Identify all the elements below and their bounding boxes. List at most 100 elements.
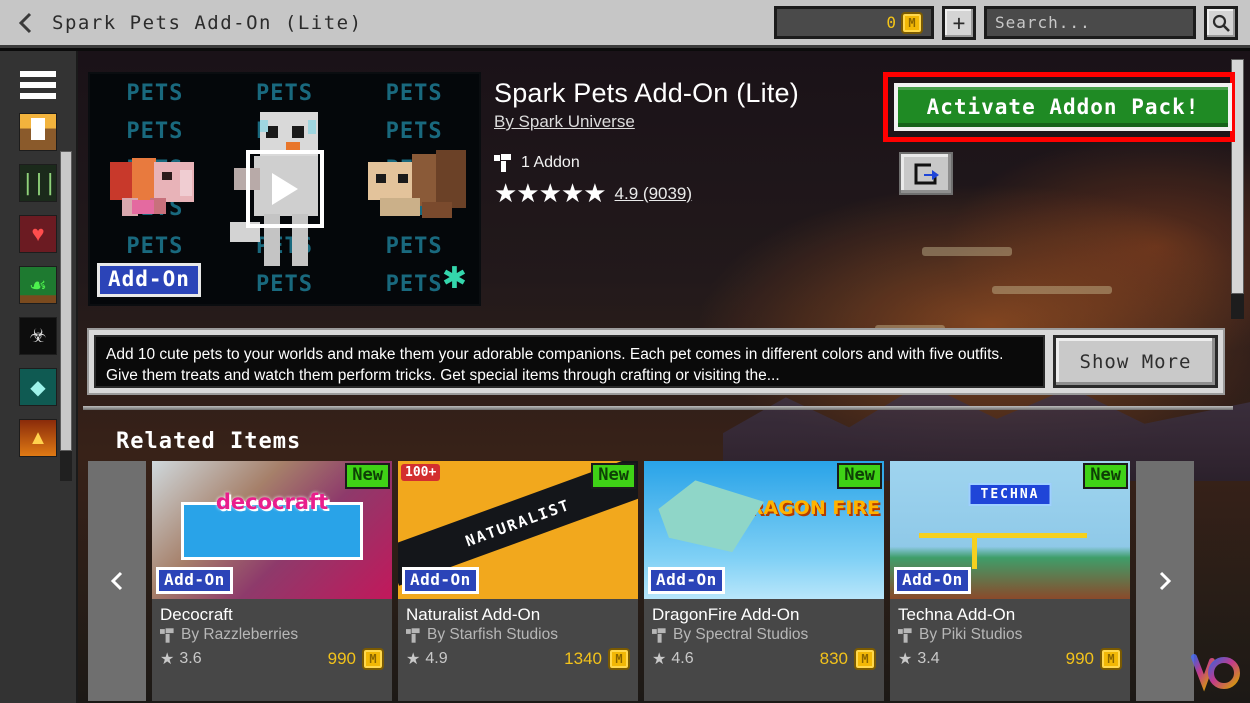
star-icon: ★ <box>160 651 175 668</box>
card-rating: ★ 3.6 <box>160 649 202 669</box>
minecoin-icon: M <box>901 11 923 34</box>
addon-badge: Add-On <box>402 567 479 594</box>
card-artwork: decocraft New Add-On <box>152 461 392 599</box>
related-items-title: Related Items <box>116 429 302 454</box>
new-badge: New <box>591 463 636 489</box>
top-header-bar: Spark Pets Add-On (Lite) 0 M + <box>0 0 1250 48</box>
card-price: 1340 M <box>564 648 630 670</box>
new-badge: New <box>837 463 882 489</box>
card-author: By Starfish Studios <box>406 626 630 644</box>
pets-text: PETS <box>126 233 184 259</box>
sidebar-item-resource-packs[interactable]: ◆ <box>19 368 57 406</box>
add-coins-button[interactable]: + <box>942 5 976 40</box>
hamburger-menu-icon[interactable] <box>20 71 56 99</box>
show-more-button[interactable]: Show More <box>1053 335 1218 388</box>
addon-pack-icon <box>160 627 174 643</box>
card-rating: ★ 4.9 <box>406 649 448 669</box>
card-art-pipe <box>971 532 977 569</box>
carousel-prev-button[interactable] <box>88 461 146 701</box>
pets-text: PETS <box>126 80 184 106</box>
page-title: Spark Pets Add-On (Lite) <box>52 11 363 34</box>
sidebar-item-favorites[interactable]: ♥ <box>19 215 57 253</box>
card-artwork: NATURALIST 100+ New Add-On <box>398 461 638 599</box>
sidebar-scrollbar-thumb[interactable] <box>60 151 72 451</box>
card-rating: ★ 3.4 <box>898 649 940 669</box>
card-price-value: 1340 <box>564 649 602 668</box>
related-card[interactable]: NATURALIST 100+ New Add-On Naturalist Ad… <box>398 461 638 701</box>
addon-count-label: 1 Addon <box>521 154 580 171</box>
card-art-pipe <box>918 532 1087 538</box>
addon-pack-icon <box>652 627 666 643</box>
hero-section: PETS PETS PETS PETS PETS PETS PETS PETS … <box>88 72 1238 322</box>
search-button[interactable] <box>1204 5 1238 40</box>
minecoin-icon: M <box>854 648 876 670</box>
share-export-icon <box>914 163 939 184</box>
hamburger-line <box>20 82 56 88</box>
card-price: 990 M <box>328 648 384 670</box>
rating-count-link[interactable]: 4.9 (9039) <box>615 184 693 204</box>
back-button[interactable] <box>0 0 52 47</box>
card-title: Decocraft <box>160 605 233 624</box>
new-badge: New <box>345 463 390 489</box>
magnifier-icon <box>1212 14 1230 32</box>
related-card[interactable]: TECHNA New Add-On Techna Add-On By Piki … <box>890 461 1130 701</box>
related-card[interactable]: DRAGON FIRE New Add-On DragonFire Add-On… <box>644 461 884 701</box>
search-field[interactable] <box>984 6 1196 39</box>
addon-pack-icon <box>494 154 511 172</box>
coin-amount-label: 0 <box>886 13 896 32</box>
card-info: Decocraft By Razzleberries ★ 3.6 990 M <box>152 599 392 678</box>
hamburger-line <box>20 93 56 99</box>
card-footer: ★ 3.6 990 M <box>160 648 384 670</box>
card-title: Techna Add-On <box>898 605 1016 624</box>
card-author-label: By Piki Studios <box>919 626 1023 643</box>
coin-balance[interactable]: 0 M <box>774 6 934 39</box>
sapling-icon: ☙ <box>29 274 47 297</box>
card-author-label: By Starfish Studios <box>427 626 558 643</box>
pixel-fox-art <box>368 150 466 218</box>
star-icon: ★ <box>898 651 913 668</box>
card-art-dragon <box>658 480 764 553</box>
addon-badge: Add-On <box>894 567 971 594</box>
sidebar-item-featured[interactable]: ▲ <box>19 419 57 457</box>
card-title: DragonFire Add-On <box>652 605 800 624</box>
sidebar-scrollbar[interactable] <box>60 151 72 481</box>
bookshelf-icon: ||| <box>21 170 56 196</box>
minecoin-icon: M <box>1100 648 1122 670</box>
sparkle-asterisk-icon: ✱ <box>441 262 467 295</box>
diamond-icon: ◆ <box>30 376 46 399</box>
related-items-carousel: decocraft New Add-On Decocraft By Razzle… <box>88 461 1233 701</box>
carousel-next-button[interactable] <box>1136 461 1194 701</box>
star-rating-icons: ★★★★★ <box>494 178 607 208</box>
card-author: By Razzleberries <box>160 626 384 644</box>
addon-pack-icon <box>406 627 420 643</box>
pets-text: PETS <box>385 118 443 144</box>
card-rating-value: 3.6 <box>179 650 202 667</box>
pets-text: PETS <box>385 272 443 298</box>
addon-badge: Add-On <box>97 263 201 297</box>
sidebar-item-worlds[interactable]: ☙ <box>19 266 57 304</box>
item-thumbnail[interactable]: PETS PETS PETS PETS PETS PETS PETS PETS … <box>88 72 481 306</box>
left-sidebar: ||| ♥ ☙ ☣ ◆ ▲ <box>0 51 78 703</box>
star-icon: ★ <box>652 651 667 668</box>
addon-badge: Add-On <box>648 567 725 594</box>
card-art-corner-badge: 100+ <box>401 464 441 481</box>
related-card[interactable]: decocraft New Add-On Decocraft By Razzle… <box>152 461 392 701</box>
hamburger-line <box>20 71 56 77</box>
activate-addon-pack-button[interactable]: Activate Addon Pack! <box>894 83 1232 131</box>
highlight-rectangle: Activate Addon Pack! <box>883 72 1235 142</box>
play-triangle <box>271 173 298 205</box>
activate-area: Activate Addon Pack! <box>883 72 1235 195</box>
card-art-logo: TECHNA <box>968 483 1052 507</box>
play-button-icon[interactable] <box>245 150 324 228</box>
sidebar-item-library[interactable]: ||| <box>19 164 57 202</box>
card-author-label: By Razzleberries <box>181 626 299 643</box>
card-title: Naturalist Add-On <box>406 605 541 624</box>
share-button[interactable] <box>899 152 953 195</box>
sidebar-item-banner[interactable] <box>19 113 57 151</box>
description-text: Add 10 cute pets to your worlds and make… <box>94 335 1045 388</box>
search-input[interactable] <box>995 13 1193 32</box>
addon-badge: Add-On <box>156 567 233 594</box>
sidebar-item-skins[interactable]: ☣ <box>19 317 57 355</box>
pets-text: PETS <box>385 80 443 106</box>
card-art-logo: decocraft <box>215 490 329 515</box>
